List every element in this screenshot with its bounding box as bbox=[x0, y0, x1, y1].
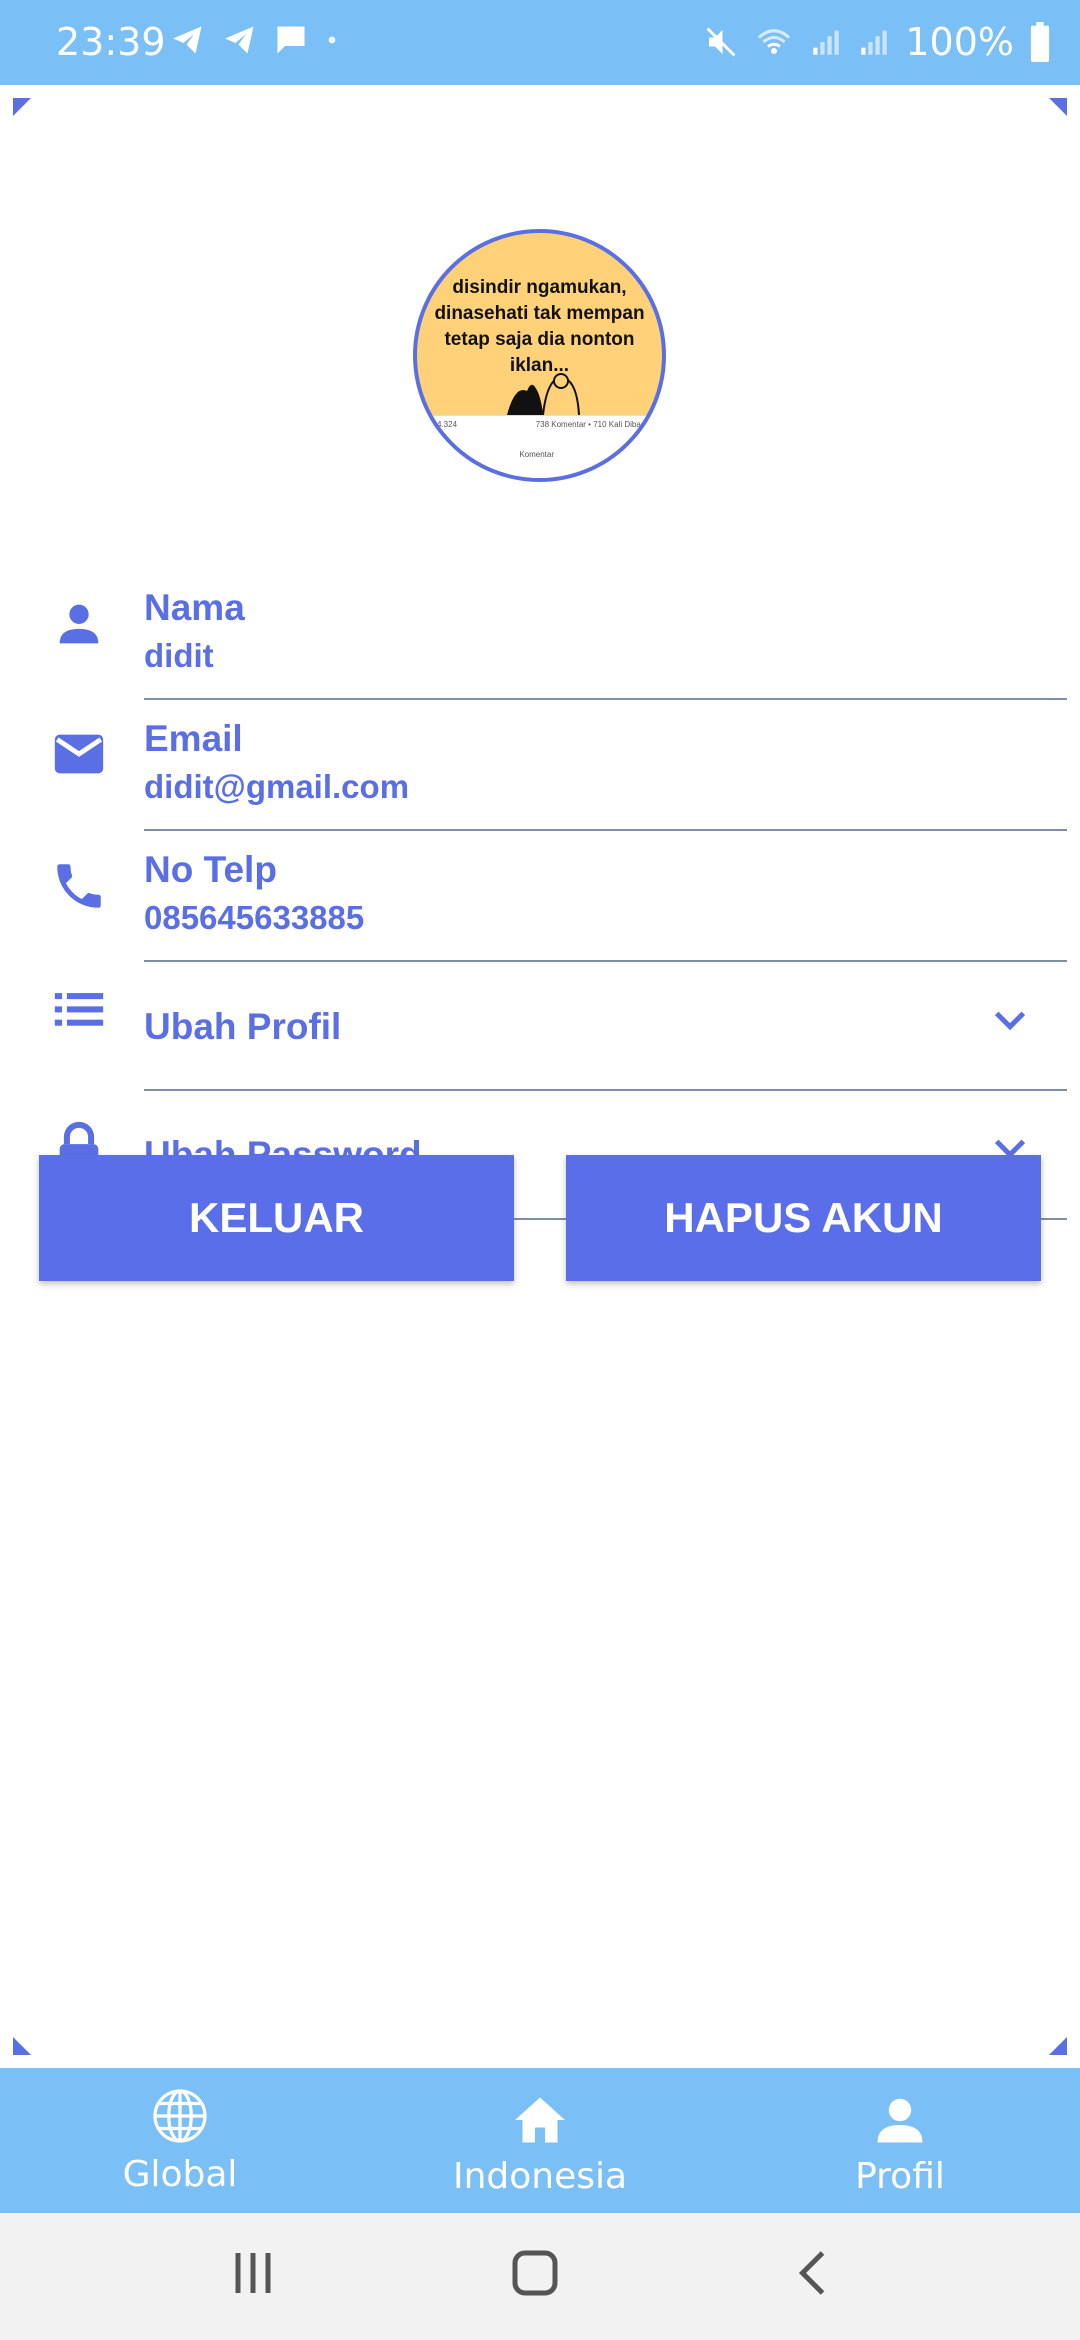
status-time: 23:39 bbox=[56, 20, 166, 64]
mail-icon bbox=[54, 734, 104, 774]
divider bbox=[144, 829, 1067, 831]
recent-apps-icon[interactable] bbox=[223, 2243, 283, 2303]
bottom-navigation: Global Indonesia Profil bbox=[0, 2068, 1080, 2213]
nav-label-profil: Profil bbox=[855, 2156, 945, 2197]
battery-icon bbox=[1030, 22, 1050, 62]
profile-page: disindir ngamukan, dinasehati tak mempan… bbox=[0, 85, 1080, 2068]
system-navigation-bar bbox=[0, 2213, 1080, 2340]
telegram-icon bbox=[225, 26, 254, 54]
avatar-action-share: Bagikan bbox=[618, 450, 647, 459]
divider bbox=[144, 698, 1067, 700]
logout-button[interactable]: KELUAR bbox=[39, 1155, 514, 1281]
signal-icon bbox=[813, 30, 840, 55]
globe-icon bbox=[153, 2089, 207, 2143]
delete-account-button[interactable]: HAPUS AKUN bbox=[566, 1155, 1041, 1281]
avatar-action-like: Suka bbox=[437, 450, 456, 459]
avatar-caption: disindir ngamukan, dinasehati tak mempan… bbox=[434, 277, 645, 376]
notification-icons bbox=[168, 22, 342, 58]
corner-mark bbox=[13, 2037, 31, 2055]
nav-item-indonesia[interactable]: Indonesia bbox=[360, 2068, 720, 2213]
signal-icon bbox=[861, 30, 888, 55]
person-icon bbox=[877, 2098, 923, 2143]
corner-mark bbox=[13, 98, 31, 116]
system-status: 100% bbox=[703, 20, 1052, 64]
avatar-stats-row: 4.324 738 Komentar • 710 Kali Dibagi bbox=[437, 420, 647, 429]
nav-item-global[interactable]: Global bbox=[0, 2068, 360, 2213]
profile-avatar[interactable]: disindir ngamukan, dinasehati tak mempan… bbox=[413, 229, 666, 482]
name-value: didit bbox=[144, 637, 214, 674]
edit-profile-menu[interactable]: Ubah Profil bbox=[0, 875, 1080, 1091]
dot-icon bbox=[328, 36, 336, 44]
avatar-action-comment: Komentar bbox=[519, 450, 554, 459]
name-label: Nama bbox=[144, 587, 245, 628]
mute-icon bbox=[706, 27, 736, 57]
avatar-comments: 738 Komentar • 710 Kali Dibagi bbox=[535, 420, 647, 429]
nav-label-global: Global bbox=[122, 2154, 238, 2195]
back-icon[interactable] bbox=[785, 2243, 845, 2303]
status-bar: 23:39 100% bbox=[0, 0, 1080, 85]
avatar-actions-row: Suka Komentar Bagikan bbox=[437, 450, 647, 459]
person-icon bbox=[59, 604, 99, 644]
avatar-likes: 4.324 bbox=[437, 420, 458, 429]
message-icon bbox=[277, 26, 305, 54]
home-icon bbox=[515, 2097, 565, 2143]
email-label: Email bbox=[144, 718, 243, 759]
change-password-menu[interactable]: Ubah Password bbox=[0, 1003, 1080, 1220]
avatar-post-footer: 4.324 738 Komentar • 710 Kali Dibagi Suk… bbox=[417, 415, 662, 478]
email-value: didit@gmail.com bbox=[144, 768, 410, 805]
home-button-icon[interactable] bbox=[505, 2243, 565, 2303]
corner-mark bbox=[1049, 2037, 1067, 2055]
telegram-icon bbox=[173, 26, 202, 54]
wifi-icon bbox=[758, 29, 791, 54]
nav-item-profil[interactable]: Profil bbox=[720, 2068, 1080, 2213]
nav-label-indonesia: Indonesia bbox=[452, 2156, 628, 2197]
avatar-illustration bbox=[507, 373, 580, 415]
corner-mark bbox=[1049, 98, 1067, 116]
battery-percent: 100% bbox=[905, 20, 1014, 64]
